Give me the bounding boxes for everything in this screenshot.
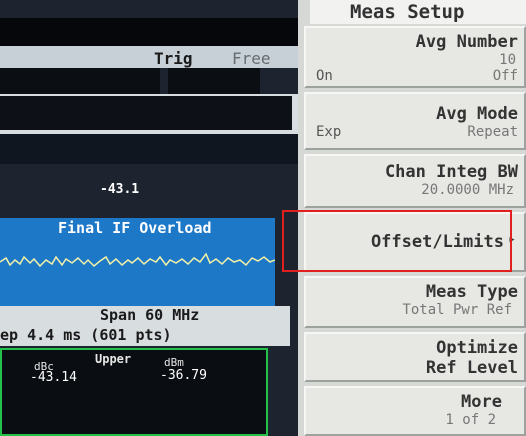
menu-title: Meas Setup xyxy=(310,0,526,24)
more-label: More xyxy=(461,392,502,412)
status-field xyxy=(168,68,260,94)
meas-type-label: Meas Type xyxy=(425,282,518,302)
meas-type-value: Total Pwr Ref xyxy=(402,302,512,318)
sweep-label: ep 4.4 ms (601 pts) xyxy=(0,326,172,344)
avg-number-value: 10 xyxy=(499,52,516,68)
dbc-value: -43.14 xyxy=(30,370,77,385)
span-label: Span 60 MHz xyxy=(100,306,200,324)
upper-label: Upper xyxy=(95,352,132,366)
avg-number-off: Off xyxy=(492,68,518,84)
avg-number-button[interactable]: Avg Number 10 On Off xyxy=(304,26,526,88)
highlight-box xyxy=(282,210,512,272)
meas-type-button[interactable]: Meas Type Total Pwr Ref xyxy=(304,276,526,328)
avg-mode-repeat: Repeat xyxy=(467,124,518,140)
avg-mode-label: Avg Mode xyxy=(436,104,518,124)
status-field xyxy=(0,68,160,94)
avg-number-on: On xyxy=(316,68,333,84)
more-page: 1 of 2 xyxy=(445,412,496,428)
chan-integ-bw-button[interactable]: Chan Integ BW 20.0000 MHz xyxy=(304,154,526,208)
annotation-field xyxy=(0,96,292,130)
trigger-label: Trig xyxy=(154,49,193,68)
marker-readout: -43.1 xyxy=(100,182,140,197)
dbm-value: -36.79 xyxy=(160,368,207,383)
header-bar xyxy=(0,18,300,46)
chan-integ-bw-value: 20.0000 MHz xyxy=(421,182,514,198)
avg-number-label: Avg Number xyxy=(415,32,518,52)
graticule-area xyxy=(0,134,300,164)
trigger-value: Free xyxy=(232,49,271,68)
avg-mode-button[interactable]: Avg Mode Exp Repeat xyxy=(304,92,526,150)
optimize-label: Optimize xyxy=(436,338,518,358)
spectrum-trace xyxy=(0,252,275,268)
more-button[interactable]: More 1 of 2 xyxy=(304,386,526,436)
overload-message: Final IF Overload xyxy=(58,219,212,237)
ref-level-label: Ref Level xyxy=(425,358,518,378)
avg-mode-exp: Exp xyxy=(316,124,342,140)
optimize-ref-level-button[interactable]: Optimize Ref Level xyxy=(304,332,526,382)
chan-integ-bw-label: Chan Integ BW xyxy=(384,162,518,182)
